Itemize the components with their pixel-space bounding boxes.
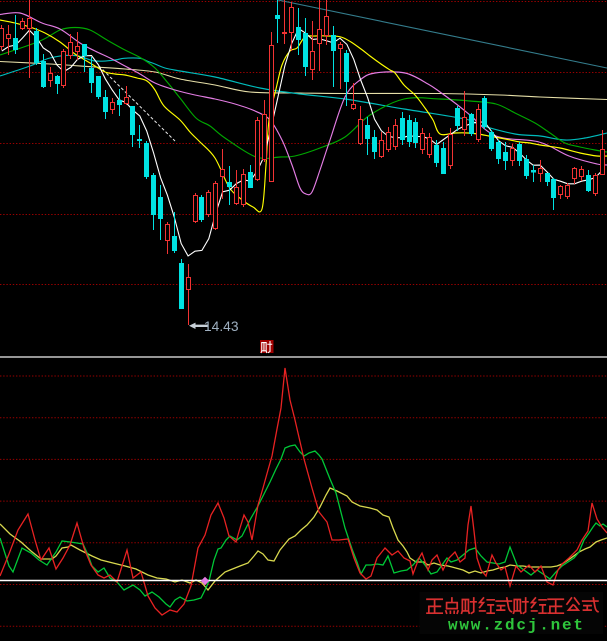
svg-text:www.zdcj.net: www.zdcj.net xyxy=(448,617,583,635)
svg-text:14.43: 14.43 xyxy=(204,319,239,334)
